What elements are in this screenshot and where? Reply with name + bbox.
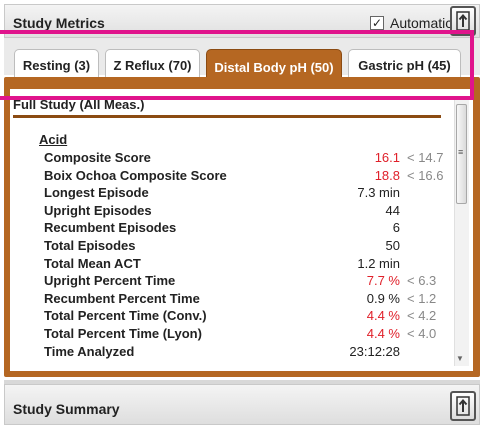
- metric-reference: < 4.2: [407, 308, 437, 324]
- metric-name: Composite Score: [44, 150, 151, 165]
- metric-row: Recumbent Percent Time 0.9 % < 1.2: [0, 291, 460, 309]
- metric-name: Total Percent Time (Lyon): [44, 326, 202, 341]
- metric-row: Upright Percent Time 7.7 % < 6.3: [0, 273, 460, 291]
- metric-value: 0.9 %: [366, 290, 400, 306]
- expand-icon: [456, 396, 470, 416]
- tab-resting[interactable]: Resting (3): [14, 49, 99, 79]
- metric-reference: < 16.6: [407, 167, 444, 183]
- metric-reference: < 14.7: [407, 150, 444, 165]
- metric-row: Longest Episode 7.3 min: [0, 185, 460, 203]
- metric-row: Total Episodes 50: [0, 238, 460, 256]
- section-divider: [13, 115, 441, 118]
- metric-name: Longest Episode: [44, 185, 149, 201]
- metric-name: Upright Percent Time: [44, 273, 176, 289]
- grip-icon: ≡: [458, 147, 464, 157]
- metric-row: Upright Episodes 44: [0, 203, 460, 221]
- expand-metrics-button[interactable]: [450, 6, 476, 36]
- metric-value: 18.8: [374, 167, 400, 183]
- summary-title: Study Summary: [13, 401, 120, 417]
- panel-title: Study Metrics: [13, 15, 105, 31]
- metric-row: Total Percent Time (Lyon) 4.4 % < 4.0: [0, 326, 460, 344]
- metric-name: Total Mean ACT: [44, 255, 141, 271]
- metric-name: Total Episodes: [44, 238, 136, 253]
- study-metrics-header: Study Metrics ✓ Automatic: [4, 4, 480, 38]
- metric-name: Recumbent Percent Time: [44, 290, 200, 306]
- automatic-label: Automatic: [390, 15, 453, 31]
- metric-value: 7.7 %: [366, 273, 400, 289]
- expand-summary-button[interactable]: [450, 391, 476, 421]
- metric-value: 50: [385, 238, 400, 253]
- metric-name: Boix Ochoa Composite Score: [44, 167, 227, 183]
- metric-value: 4.4 %: [366, 308, 400, 324]
- study-summary-header[interactable]: Study Summary: [4, 384, 480, 425]
- tab-z-reflux[interactable]: Z Reflux (70): [105, 49, 200, 79]
- metric-name: Time Analyzed: [44, 343, 135, 359]
- metric-value: 44: [385, 202, 400, 218]
- section-title: Full Study (All Meas.): [13, 97, 145, 112]
- metric-row: Boix Ochoa Composite Score 18.8 < 16.6: [0, 168, 460, 186]
- metric-row: Time Analyzed 23:12:28: [0, 344, 460, 362]
- metric-row: Composite Score 16.1 < 14.7: [0, 150, 460, 168]
- metric-value: 7.3 min: [357, 185, 400, 201]
- metric-reference: < 1.2: [407, 290, 437, 306]
- metric-row: Total Percent Time (Conv.) 4.4 % < 4.2: [0, 308, 460, 326]
- metric-reference: < 4.0: [407, 326, 437, 341]
- metric-name: Recumbent Episodes: [44, 220, 177, 236]
- metric-value: 23:12:28: [349, 343, 400, 359]
- expand-icon: [456, 11, 470, 31]
- automatic-checkbox[interactable]: ✓: [370, 16, 384, 30]
- tab-gastric-ph[interactable]: Gastric pH (45): [348, 49, 461, 79]
- metric-value: 6: [392, 220, 400, 236]
- metric-reference: < 6.3: [407, 273, 437, 289]
- group-label-acid: Acid: [39, 132, 68, 147]
- metric-name: Total Percent Time (Conv.): [44, 308, 207, 324]
- metric-name: Upright Episodes: [44, 202, 152, 218]
- metric-row: Recumbent Episodes 6: [0, 220, 460, 238]
- metric-value: 4.4 %: [366, 326, 400, 341]
- metric-row: Total Mean ACT 1.2 min: [0, 256, 460, 274]
- metric-value: 1.2 min: [357, 255, 400, 271]
- metric-value: 16.1: [374, 150, 400, 165]
- chevron-down-icon[interactable]: ▼: [456, 354, 464, 363]
- automatic-toggle[interactable]: ✓ Automatic: [370, 15, 452, 31]
